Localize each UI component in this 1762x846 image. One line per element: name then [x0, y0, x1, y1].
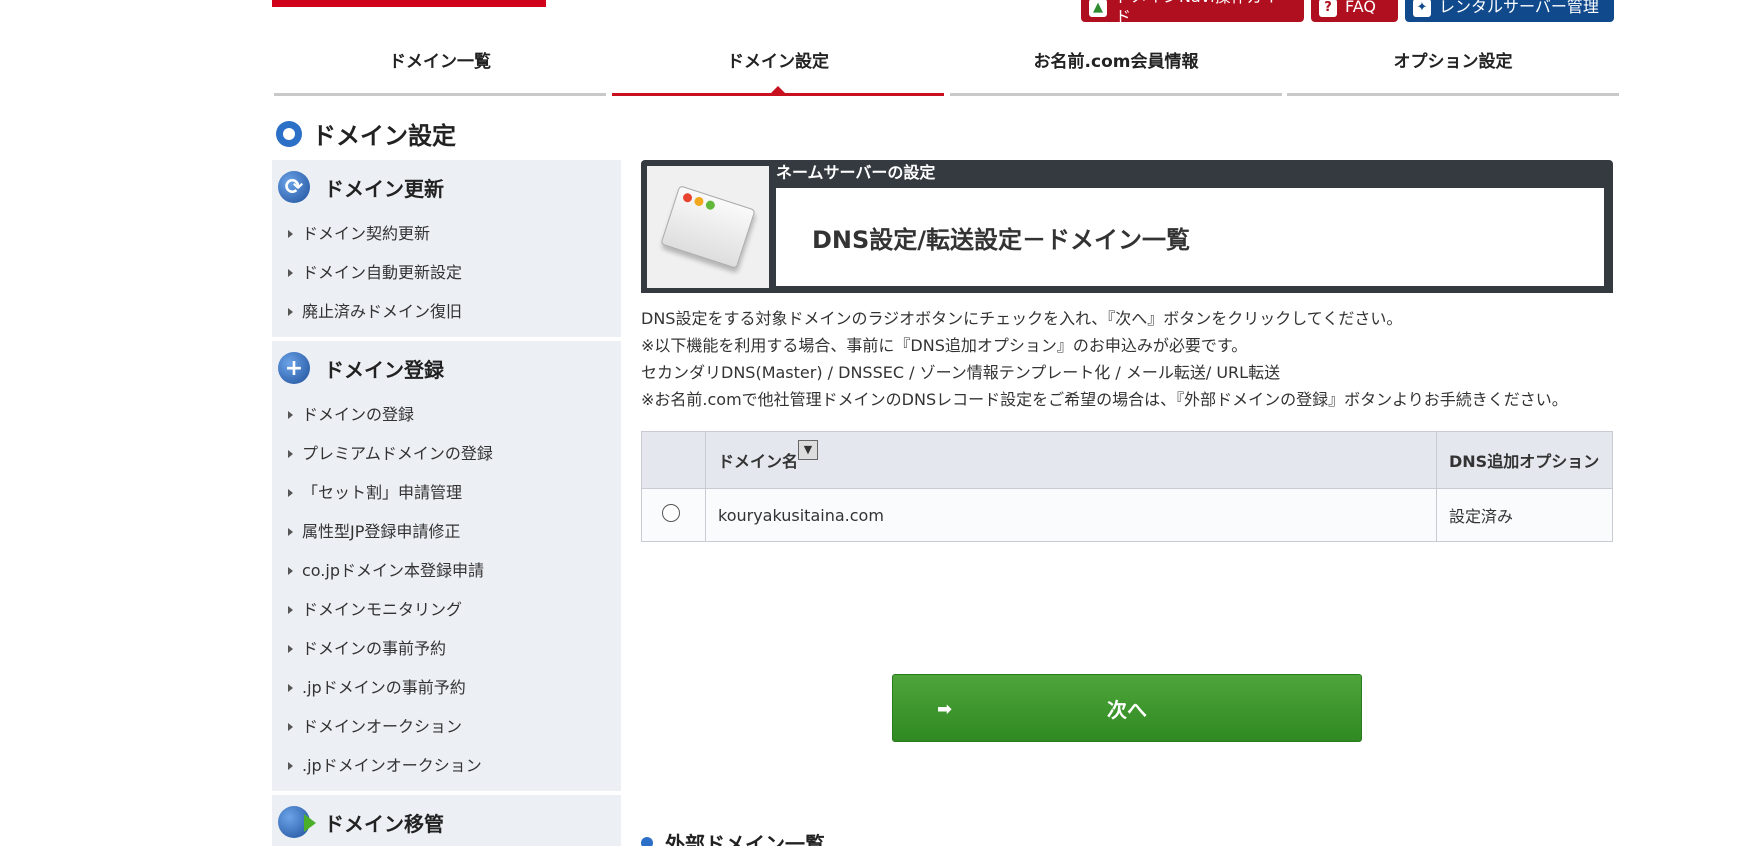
window-illustration: [647, 166, 769, 288]
instruction-line: DNS設定をする対象ドメインのラジオボタンにチェックを入れ、『次へ』ボタンをクリ…: [641, 309, 1403, 328]
next-button[interactable]: ➡ 次へ: [892, 674, 1362, 742]
column-header-domain[interactable]: ドメイン名▼: [705, 431, 1437, 489]
sidebar-item-jp-pre-reservation[interactable]: .jpドメインの事前予約: [272, 668, 621, 707]
section-title-label: 外部ドメイン一覧: [665, 832, 825, 846]
navi-guide-button[interactable]: ▲ ドメインNavi操作ガイド: [1081, 0, 1304, 22]
instructions: DNS設定をする対象ドメインのラジオボタンにチェックを入れ、『次へ』ボタンをクリ…: [641, 305, 1613, 413]
refresh-icon: ⟳: [278, 171, 310, 203]
domain-radio-button[interactable]: [662, 504, 680, 522]
faq-label: FAQ: [1345, 0, 1376, 16]
active-tab-indicator-icon: [771, 86, 785, 93]
main-content: ネームサーバーの設定 DNS設定/転送設定－ドメイン一覧 DNS設定をする対象ド…: [641, 160, 1613, 742]
sidebar-item-cojp-registration[interactable]: co.jpドメイン本登録申請: [272, 551, 621, 590]
tab-option-settings[interactable]: オプション設定: [1287, 40, 1619, 98]
question-icon: ?: [1319, 0, 1337, 17]
sidebar-group-header: ⟳ ドメイン更新: [272, 160, 621, 214]
row-select-cell: [641, 488, 706, 542]
tab-domain-list[interactable]: ドメイン一覧: [274, 40, 606, 98]
tab-underline: [612, 93, 944, 96]
main-nav: ドメイン一覧 ドメイン設定 お名前.com会員情報 オプション設定: [274, 40, 1619, 98]
arrow-right-icon: ➡: [937, 699, 953, 720]
external-domain-section-title: 外部ドメイン一覧: [641, 828, 825, 846]
panel-header: ネームサーバーの設定 DNS設定/転送設定－ドメイン一覧: [641, 160, 1613, 293]
tab-domain-settings[interactable]: ドメイン設定: [612, 40, 944, 98]
sidebar-item-domain-auction[interactable]: ドメインオークション: [272, 707, 621, 746]
column-header-label: ドメイン名: [718, 452, 799, 471]
sidebar-item-pre-reservation[interactable]: ドメインの事前予約: [272, 629, 621, 668]
dns-option-cell: 設定済み: [1436, 488, 1613, 542]
sidebar-group-title: ドメイン登録: [324, 357, 444, 382]
sidebar-item-set-discount[interactable]: 「セット割」申請管理: [272, 473, 621, 512]
sidebar-item-restore-domain[interactable]: 廃止済みドメイン復旧: [272, 292, 621, 331]
circle-bullet-icon: [276, 120, 302, 147]
sidebar-item-auto-renewal[interactable]: ドメイン自動更新設定: [272, 253, 621, 292]
beginner-mark-icon: ▲: [1089, 0, 1107, 17]
tab-label: お名前.com会員情報: [1033, 52, 1199, 72]
domain-table: ドメイン名▼ DNS追加オプション kouryakusitaina.com 設定…: [641, 431, 1613, 542]
sidebar: ⟳ ドメイン更新 ドメイン契約更新 ドメイン自動更新設定 廃止済みドメイン復旧 …: [272, 160, 621, 846]
sidebar-group-renewal: ⟳ ドメイン更新 ドメイン契約更新 ドメイン自動更新設定 廃止済みドメイン復旧: [272, 160, 621, 337]
circle-bullet-icon: [641, 836, 653, 846]
tab-label: ドメイン設定: [727, 52, 829, 72]
rental-server-label: レンタルサーバー管理: [1439, 0, 1599, 16]
sidebar-item-jp-auction[interactable]: .jpドメインオークション: [272, 746, 621, 785]
column-header-select: [641, 431, 706, 489]
brand-logo-strip: [272, 0, 546, 7]
sidebar-item-premium-domain[interactable]: プレミアムドメインの登録: [272, 434, 621, 473]
sidebar-item-domain-monitoring[interactable]: ドメインモニタリング: [272, 590, 621, 629]
transfer-icon: [278, 806, 316, 838]
page-title: ドメイン設定: [312, 122, 456, 150]
domain-name-cell: kouryakusitaina.com: [705, 488, 1437, 542]
panel-title: DNS設定/転送設定－ドメイン一覧: [812, 225, 1191, 254]
sidebar-group-title: ドメイン更新: [324, 176, 444, 201]
panel-title-box: DNS設定/転送設定－ドメイン一覧: [776, 188, 1604, 286]
page-title-row: ドメイン設定: [276, 116, 456, 151]
sidebar-group-transfer: ドメイン移管: [272, 795, 621, 846]
instruction-line: ※以下機能を利用する場合、事前に『DNS追加オプション』のお申込みが必要です。: [641, 336, 1248, 355]
tab-underline: [274, 93, 606, 96]
panel-subtitle: ネームサーバーの設定: [776, 163, 936, 182]
table-header-row: ドメイン名▼ DNS追加オプション: [641, 431, 1613, 489]
plus-icon: +: [278, 352, 310, 384]
browser-window-icon: [660, 185, 756, 269]
tab-underline: [1287, 93, 1619, 96]
tab-label: ドメイン一覧: [389, 52, 491, 72]
tab-underline: [950, 93, 1282, 96]
faq-button[interactable]: ? FAQ: [1311, 0, 1398, 22]
sidebar-group-header: ドメイン移管: [272, 795, 621, 846]
sidebar-item-contract-renewal[interactable]: ドメイン契約更新: [272, 214, 621, 253]
column-header-dns-option: DNS追加オプション: [1436, 431, 1613, 489]
sidebar-item-register-domain[interactable]: ドメインの登録: [272, 395, 621, 434]
tab-label: オプション設定: [1393, 52, 1513, 72]
instruction-line: セカンダリDNS(Master) / DNSSEC / ゾーン情報テンプレート化…: [641, 363, 1281, 382]
sidebar-item-jp-attribute[interactable]: 属性型JP登録申請修正: [272, 512, 621, 551]
rental-server-button[interactable]: ✦ レンタルサーバー管理: [1405, 0, 1614, 22]
sort-icon[interactable]: ▼: [798, 440, 819, 460]
next-button-label: 次へ: [1107, 697, 1147, 722]
sidebar-group-registration: + ドメイン登録 ドメインの登録 プレミアムドメインの登録 「セット割」申請管理…: [272, 341, 621, 791]
navi-guide-label: ドメインNavi操作ガイド: [1114, 0, 1279, 22]
sidebar-group-title: ドメイン移管: [324, 811, 444, 836]
table-row: kouryakusitaina.com 設定済み: [641, 488, 1613, 542]
tab-member-info[interactable]: お名前.com会員情報: [950, 40, 1282, 98]
page: ▲ ドメインNavi操作ガイド ? FAQ ✦ レンタルサーバー管理 ドメイン一…: [0, 0, 1762, 846]
instruction-line: ※お名前.comで他社管理ドメインのDNSレコード設定をご希望の場合は、『外部ド…: [641, 390, 1568, 409]
server-icon: ✦: [1413, 0, 1431, 17]
sidebar-group-header: + ドメイン登録: [272, 341, 621, 395]
